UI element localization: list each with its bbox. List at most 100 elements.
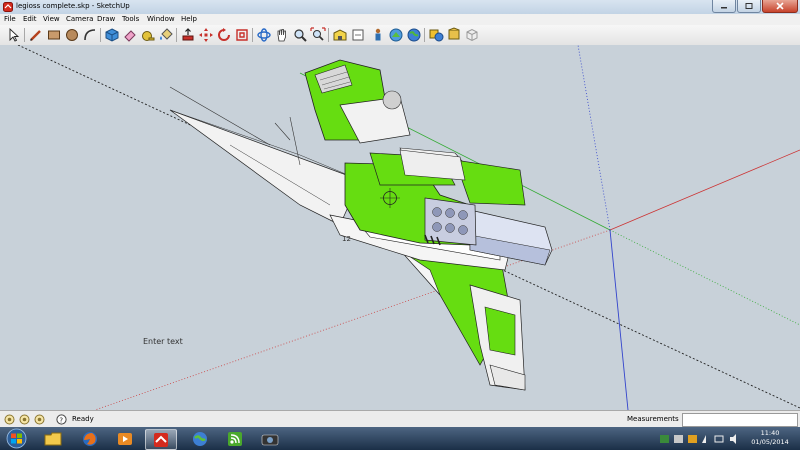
maximize-icon [745, 3, 753, 9]
svg-text:?: ? [59, 416, 63, 424]
google-earth-toggle-button[interactable] [406, 27, 422, 43]
menu-draw[interactable]: Draw [97, 14, 115, 25]
camera-icon [261, 434, 279, 445]
model-viewport[interactable]: 12 Enter text [0, 45, 800, 410]
system-tray [660, 433, 745, 445]
share-model-icon [352, 29, 364, 41]
arc-icon [84, 29, 96, 41]
taskbar-google-earth[interactable] [185, 429, 215, 448]
measurements-label: Measurements [627, 415, 679, 423]
close-icon [776, 2, 784, 10]
status-bar: ? Ready Measurements [0, 410, 800, 428]
media-player-icon [118, 432, 132, 445]
close-button[interactable] [762, 0, 798, 13]
menu-bar: File Edit View Camera Draw Tools Window … [0, 14, 800, 25]
taskbar-clock[interactable]: 11:40 01/05/2014 [745, 429, 795, 447]
taskbar-media-player[interactable] [110, 429, 140, 448]
arc-tool-button[interactable] [82, 27, 98, 43]
menu-help[interactable]: Help [181, 14, 197, 25]
engine-dome [382, 90, 402, 110]
share-model-button[interactable] [350, 27, 366, 43]
hand-icon [277, 29, 286, 42]
geo-location-icon[interactable] [4, 414, 15, 425]
menu-edit[interactable]: Edit [23, 14, 37, 25]
minimize-button[interactable] [712, 0, 736, 13]
window-titlebar: legioss complete.skp - SketchUp [0, 0, 800, 15]
windows-start-button[interactable] [3, 428, 30, 449]
offset-tool-button[interactable] [234, 27, 250, 43]
push-pull-icon [182, 28, 194, 41]
xray-cube-icon [466, 28, 478, 42]
get-models-button[interactable] [332, 27, 348, 43]
tail-green-panel [484, 306, 516, 356]
folder-icon [44, 432, 62, 445]
orbit-tool-button[interactable] [256, 27, 272, 43]
paint-bucket-button[interactable] [158, 27, 174, 43]
tray-icons [660, 434, 736, 444]
rss-feed-icon [228, 431, 242, 446]
toolbar-separator [252, 28, 253, 42]
move-tool-button[interactable] [198, 27, 214, 43]
taskbar-sketchup[interactable] [145, 429, 177, 450]
window-controls [711, 0, 798, 13]
toolbar-separator [24, 28, 25, 42]
taskbar-feed-reader[interactable] [220, 429, 250, 448]
rectangle-tool-button[interactable] [46, 27, 62, 43]
firefox-icon [83, 431, 97, 446]
orbit-icon [257, 28, 271, 42]
paint-bucket-icon [160, 28, 173, 40]
model-scene: 12 Enter text [17, 45, 800, 410]
measurements-input[interactable] [682, 413, 798, 427]
menu-camera[interactable]: Camera [66, 14, 93, 25]
toolbar-separator [328, 28, 329, 42]
taskbar-firefox[interactable] [75, 429, 105, 448]
maximize-button[interactable] [737, 0, 761, 13]
pan-tool-button[interactable] [274, 27, 290, 43]
get-photo-textures-button[interactable] [388, 27, 404, 43]
blue-axis-dotted [577, 45, 611, 231]
credits-icon[interactable] [19, 414, 30, 425]
rotate-tool-button[interactable] [216, 27, 232, 43]
styles-icon [448, 27, 460, 40]
menu-view[interactable]: View [43, 14, 60, 25]
help-icon[interactable]: ? [56, 414, 67, 425]
blue-axis-line [609, 229, 629, 410]
xray-mode-button[interactable] [464, 27, 480, 43]
windows-taskbar: 11:40 01/05/2014 [0, 427, 800, 450]
tape-measure-button[interactable] [140, 27, 156, 43]
taskbar-explorer[interactable] [38, 429, 68, 448]
zoom-extents-button[interactable] [310, 27, 326, 43]
make-component-button[interactable] [104, 27, 120, 43]
menu-tools[interactable]: Tools [122, 14, 139, 25]
floating-text-label[interactable]: Enter text [143, 337, 183, 346]
google-earth-icon [193, 431, 207, 446]
offset-icon [236, 29, 248, 41]
eraser-tool-button[interactable] [122, 27, 138, 43]
eraser-icon [124, 30, 136, 42]
taskbar-camera-app[interactable] [255, 429, 285, 448]
circle-icon [66, 29, 78, 41]
green-axis-dotted [609, 229, 800, 326]
menu-file[interactable]: File [4, 14, 16, 25]
red-axis-line [609, 149, 800, 231]
rotate-icon [218, 28, 230, 41]
zoom-extents-icon [310, 27, 326, 41]
clock-time: 11:40 [760, 429, 780, 437]
component-icon [105, 28, 119, 42]
toolbar-separator [176, 28, 177, 42]
arrow-cursor-icon [9, 27, 20, 42]
menu-window[interactable]: Window [147, 14, 175, 25]
window-title: legioss complete.skp - SketchUp [16, 2, 130, 10]
push-pull-button[interactable] [180, 27, 196, 43]
styles-button[interactable] [446, 27, 462, 43]
line-tool-button[interactable] [28, 27, 44, 43]
share-component-button[interactable] [370, 27, 386, 43]
main-toolbar [0, 25, 800, 46]
user-icon[interactable] [34, 414, 45, 425]
magnifier-icon [294, 29, 307, 42]
circle-tool-button[interactable] [64, 27, 80, 43]
select-tool-button[interactable] [6, 27, 22, 43]
preview-google-earth-button[interactable] [428, 27, 444, 43]
zoom-tool-button[interactable] [292, 27, 308, 43]
model-label: 12 [342, 235, 351, 243]
